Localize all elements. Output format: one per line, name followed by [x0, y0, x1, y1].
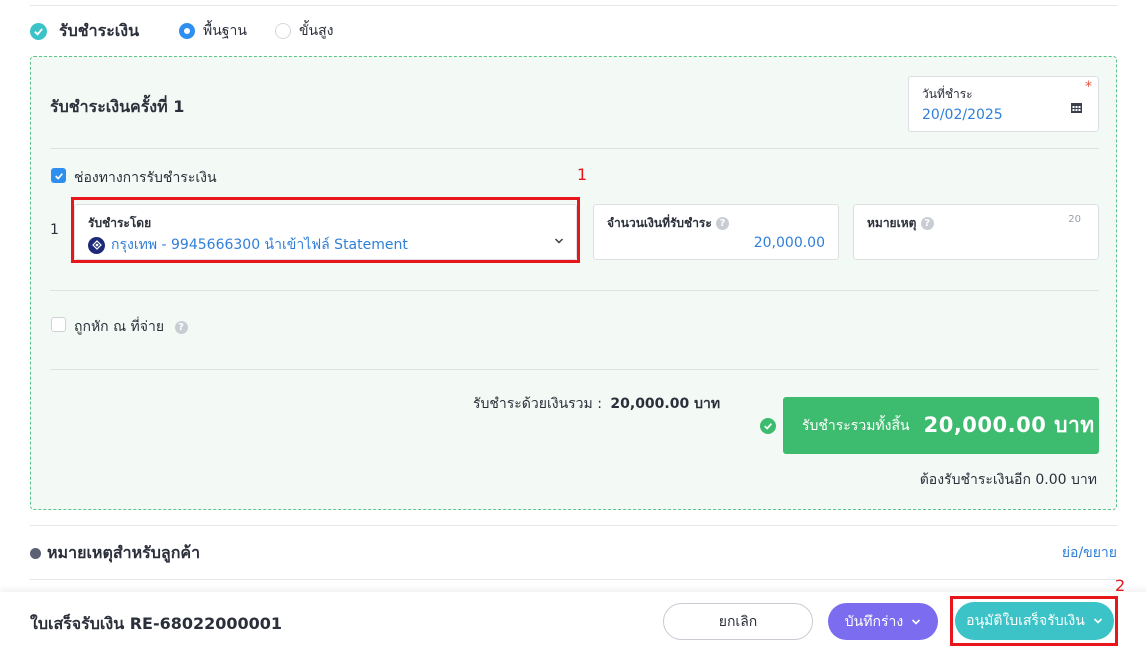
- bullet-icon: [30, 548, 41, 559]
- section-title: รับชำระเงิน: [59, 20, 139, 40]
- annotation-marker-2: 2: [1115, 576, 1126, 595]
- radio-unselected-icon: [274, 23, 291, 39]
- withholding-label: ถูกหัก ณ ที่จ่าย: [74, 319, 165, 335]
- collapse-expand-link[interactable]: ย่อ/ขยาย: [1062, 542, 1117, 564]
- amount-field[interactable]: จำนวนเงินที่รับชำระ ? 20,000.00: [593, 204, 839, 260]
- withholding-checkbox[interactable]: [51, 317, 66, 332]
- divider: [50, 290, 1099, 291]
- note-label: หมายเหตุ: [867, 216, 917, 230]
- total-summary: รับชำระด้วยเงินรวม : 20,000.00 บาท: [473, 393, 720, 415]
- installment-title: รับชำระเงินครั้งที่ 1: [50, 97, 185, 116]
- channel-checkbox-label: ช่องทางการรับชำระเงิน: [74, 170, 217, 186]
- date-value: 20/02/2025: [922, 107, 1003, 123]
- check-circle-icon: [760, 418, 776, 434]
- help-icon[interactable]: ?: [174, 320, 188, 334]
- highlight-box-1: [71, 197, 580, 263]
- cancel-label: ยกเลิก: [718, 613, 758, 630]
- save-draft-label: บันทึกร่าง: [844, 613, 904, 630]
- amount-value: 20,000.00: [753, 235, 825, 251]
- divider: [50, 148, 1099, 149]
- radio-advanced[interactable]: ขั้นสูง: [274, 20, 334, 42]
- payment-section-header: รับชำระเงิน พื้นฐาน ขั้นสูง: [30, 20, 334, 42]
- check-circle-icon: [30, 22, 47, 40]
- highlight-box-2: [950, 596, 1118, 646]
- radio-advanced-label: ขั้นสูง: [298, 23, 334, 39]
- channel-checkbox[interactable]: [51, 168, 66, 183]
- amount-label-wrap: จำนวนเงินที่รับชำระ ?: [607, 214, 730, 233]
- grand-total-box: รับชำระรวมทั้งสิ้น 20,000.00 บาท: [783, 397, 1099, 454]
- calendar-icon[interactable]: [1071, 98, 1082, 113]
- top-divider: [30, 5, 1117, 6]
- save-draft-button[interactable]: บันทึกร่าง: [828, 603, 938, 640]
- required-mark: *: [1085, 79, 1092, 95]
- grand-total-label: รับชำระรวมทั้งสิ้น: [802, 417, 910, 434]
- amount-label: จำนวนเงินที่รับชำระ: [607, 216, 712, 230]
- remaining-amount: ต้องรับชำระเงินอีก 0.00 บาท: [919, 472, 1097, 488]
- row-index: 1: [50, 222, 59, 238]
- cancel-button[interactable]: ยกเลิก: [663, 603, 813, 640]
- divider: [30, 525, 1117, 526]
- grand-total-value: 20,000.00 บาท: [923, 413, 1095, 437]
- note-counter: 20: [1068, 214, 1081, 225]
- note-field[interactable]: หมายเหตุ ? 20: [853, 204, 1099, 260]
- chevron-down-icon: [912, 618, 921, 625]
- total-label: รับชำระด้วยเงินรวม :: [473, 396, 602, 412]
- divider: [50, 369, 1099, 370]
- radio-selected-icon: [179, 23, 195, 39]
- footer-bar: ใบเสร็จรับเงิน RE-68022000001 ยกเลิก บัน…: [0, 592, 1147, 648]
- document-title: ใบเสร็จรับเงิน RE-68022000001: [30, 614, 283, 633]
- customer-notes-header: หมายเหตุสำหรับลูกค้า: [30, 541, 200, 566]
- payment-panel: รับชำระเงินครั้งที่ 1 วันที่ชำระ * 20/02…: [30, 56, 1117, 510]
- divider: [30, 579, 1117, 580]
- help-icon[interactable]: ?: [716, 217, 730, 230]
- radio-basic-label: พื้นฐาน: [203, 23, 247, 39]
- total-value: 20,000.00 บาท: [610, 396, 721, 412]
- radio-basic[interactable]: พื้นฐาน: [179, 20, 247, 42]
- annotation-marker-1: 1: [577, 165, 588, 184]
- note-label-wrap: หมายเหตุ ?: [867, 214, 934, 233]
- customer-notes-title: หมายเหตุสำหรับลูกค้า: [47, 543, 201, 562]
- date-label: วันที่ชำระ: [922, 87, 973, 101]
- help-icon[interactable]: ?: [920, 217, 934, 230]
- payment-date-field[interactable]: วันที่ชำระ * 20/02/2025: [908, 76, 1099, 132]
- withholding-label-wrap: ถูกหัก ณ ที่จ่าย ?: [74, 316, 188, 338]
